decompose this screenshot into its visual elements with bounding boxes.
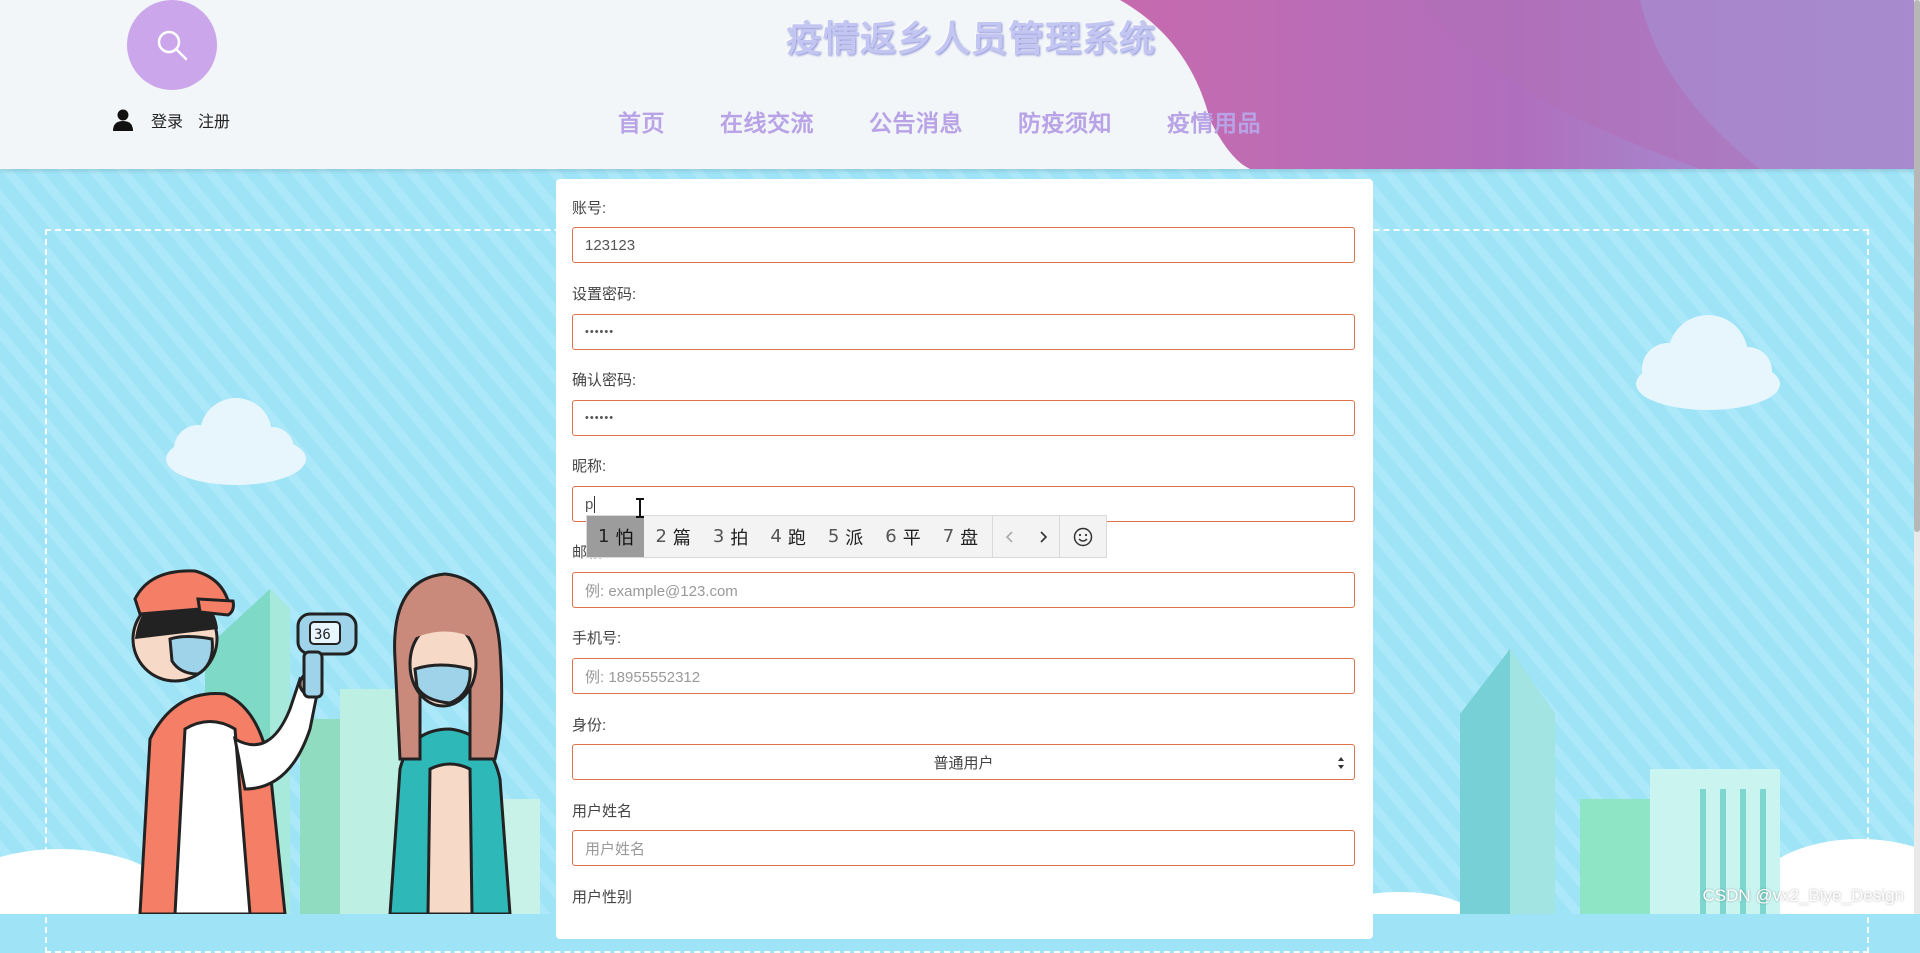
site-header: 疫情返乡人员管理系统 登录 注册 首页 在线交流 公告消息 防疫须知 疫情用品: [0, 0, 1920, 169]
ime-candidate-bar: 1怕 2篇 3拍 4跑 5派 6平 7盘: [586, 515, 1108, 558]
ime-candidate[interactable]: 2篇: [644, 516, 701, 557]
ime-prev-page-button[interactable]: [992, 516, 1026, 557]
ime-emoji-button[interactable]: [1059, 516, 1106, 557]
ime-candidate[interactable]: 7盘: [932, 516, 992, 557]
select-updown-icon: [1338, 757, 1344, 769]
realname-label: 用户姓名: [572, 803, 633, 820]
account-input[interactable]: 123123: [572, 227, 1355, 263]
login-link[interactable]: 登录: [151, 108, 183, 132]
phone-label: 手机号:: [572, 630, 622, 647]
ime-next-page-button[interactable]: [1026, 516, 1059, 557]
nav-item-prevention-notice[interactable]: 防疫须知: [1018, 104, 1112, 138]
realname-placeholder: 用户姓名: [585, 840, 646, 858]
ime-candidate[interactable]: 6平: [874, 516, 931, 557]
email-input[interactable]: 例: example@123.com: [572, 572, 1355, 608]
register-link[interactable]: 注册: [198, 108, 230, 132]
password-value: ••••••: [585, 326, 615, 338]
text-caret: [594, 495, 596, 513]
chevron-right-icon: [1040, 530, 1047, 543]
account-label: 账号:: [572, 200, 607, 217]
phone-placeholder: 例: 18955552312: [585, 668, 701, 686]
confirm-password-label: 确认密码:: [572, 372, 637, 389]
confirm-password-input[interactable]: ••••••: [572, 400, 1355, 436]
ime-candidate[interactable]: 3拍: [702, 516, 759, 557]
nickname-label: 昵称:: [572, 458, 607, 475]
site-title: 疫情返乡人员管理系统: [785, 18, 1156, 59]
password-input[interactable]: ••••••: [572, 314, 1355, 350]
gender-label: 用户性别: [572, 889, 633, 906]
role-selected-value: 普通用户: [933, 754, 994, 772]
password-label: 设置密码:: [572, 286, 637, 303]
scrollbar-thumb[interactable]: [1914, 0, 1920, 532]
account-value: 123123: [585, 236, 636, 254]
confirm-password-value: ••••••: [585, 412, 615, 424]
chevron-left-icon: [1005, 530, 1013, 543]
main-nav: 首页 在线交流 公告消息 防疫须知 疫情用品: [618, 104, 1316, 138]
phone-input[interactable]: 例: 18955552312: [572, 658, 1355, 694]
auth-links: 登录 注册: [113, 108, 245, 132]
role-label: 身份:: [572, 717, 607, 734]
nav-item-home[interactable]: 首页: [618, 104, 665, 138]
ime-candidate[interactable]: 4跑: [759, 516, 816, 557]
nav-item-supplies[interactable]: 疫情用品: [1167, 104, 1261, 138]
user-icon: [113, 109, 133, 131]
role-select[interactable]: 普通用户: [572, 744, 1355, 780]
watermark: CSDN @vx2_Biye_Design: [1702, 886, 1904, 905]
nickname-value: p: [585, 495, 594, 513]
page-scrollbar[interactable]: [1914, 0, 1920, 914]
ime-candidate[interactable]: 5派: [817, 516, 874, 557]
ime-candidate[interactable]: 1怕: [587, 516, 645, 557]
email-placeholder: 例: example@123.com: [585, 582, 738, 600]
registration-form: 账号: 123123 设置密码: •••••• 确认密码: •••••• 昵称:…: [556, 179, 1373, 939]
ibeam-cursor-icon: [636, 498, 644, 518]
realname-input[interactable]: 用户姓名: [572, 830, 1355, 866]
nav-item-announcements[interactable]: 公告消息: [869, 104, 963, 138]
smiley-icon: [1073, 527, 1093, 546]
nav-item-online-chat[interactable]: 在线交流: [720, 104, 814, 138]
